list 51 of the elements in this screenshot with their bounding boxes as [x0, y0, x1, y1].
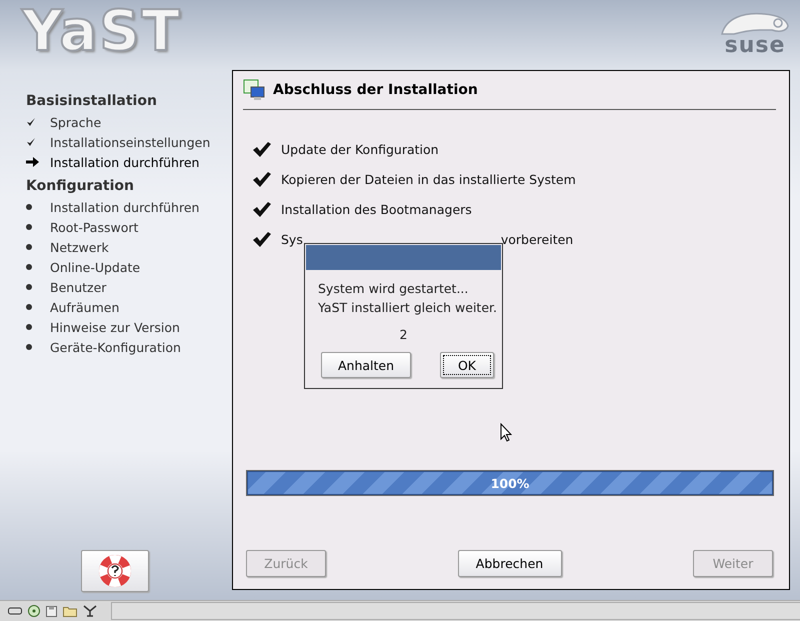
chameleon-icon [720, 10, 790, 36]
sidebar-item: Installationseinstellungen [50, 134, 210, 150]
sidebar-item: Root-Passwort [50, 220, 138, 234]
panel-title: Abschluss der Installation [273, 82, 478, 98]
folder-icon[interactable] [63, 606, 77, 616]
sidebar-item: Aufräumen [50, 300, 120, 314]
arrow-icon [26, 157, 39, 167]
bullet-icon [26, 244, 32, 250]
check-icon [253, 172, 271, 186]
brand-logo: suse [724, 36, 786, 56]
drive-icon[interactable] [8, 606, 22, 616]
logo: YaST [22, 0, 182, 64]
bullet-icon [26, 264, 32, 270]
cancel-button[interactable]: Abbrechen [458, 550, 562, 577]
network-icon[interactable] [83, 605, 97, 617]
dialog-message: System wird gestartet... [318, 281, 470, 296]
sidebar-item: Installation durchführen [50, 154, 200, 170]
step-label: Kopieren der Dateien in das installierte System [281, 172, 576, 186]
progress-text: 100% [490, 476, 530, 490]
sidebar-item: Geräte-Konfiguration [50, 340, 181, 354]
bullet-icon [26, 224, 32, 230]
sidebar-item: Online-Update [50, 260, 140, 274]
disc-icon[interactable] [28, 605, 40, 617]
step-label: Update der Konfiguration [281, 142, 439, 156]
bullet-icon [26, 304, 32, 310]
bullet-icon [26, 324, 32, 330]
step-label: vorbereiten [500, 232, 574, 246]
sidebar-item: Sprache [50, 114, 102, 130]
dialog-message: YaST installiert gleich weiter. [318, 300, 498, 315]
sidebar-item: Hinweise zur Version [50, 320, 180, 334]
countdown: 2 [400, 327, 408, 342]
step-label: Sys [281, 232, 303, 246]
bullet-icon [26, 344, 32, 350]
step-label: Installation des Bootmanagers [281, 202, 472, 216]
check-icon [253, 202, 271, 216]
lifebuoy-icon [99, 555, 131, 587]
check-icon [253, 142, 271, 156]
sidebar-item: Installation durchführen [50, 200, 200, 214]
floppy-icon[interactable] [46, 606, 57, 616]
bullet-icon [26, 284, 32, 290]
help-button[interactable] [81, 550, 149, 592]
sidebar-item: Netzwerk [50, 240, 109, 254]
sidebar-item: Benutzer [50, 280, 106, 294]
section-title: Konfiguration [26, 178, 135, 194]
check-icon [253, 232, 271, 246]
ok-button[interactable]: OK [440, 352, 494, 378]
stop-button[interactable]: Anhalten [321, 352, 411, 378]
section-title: Basisinstallation [26, 93, 158, 109]
bullet-icon [26, 204, 32, 210]
computer-icon [243, 79, 265, 101]
cursor-icon [500, 423, 512, 442]
